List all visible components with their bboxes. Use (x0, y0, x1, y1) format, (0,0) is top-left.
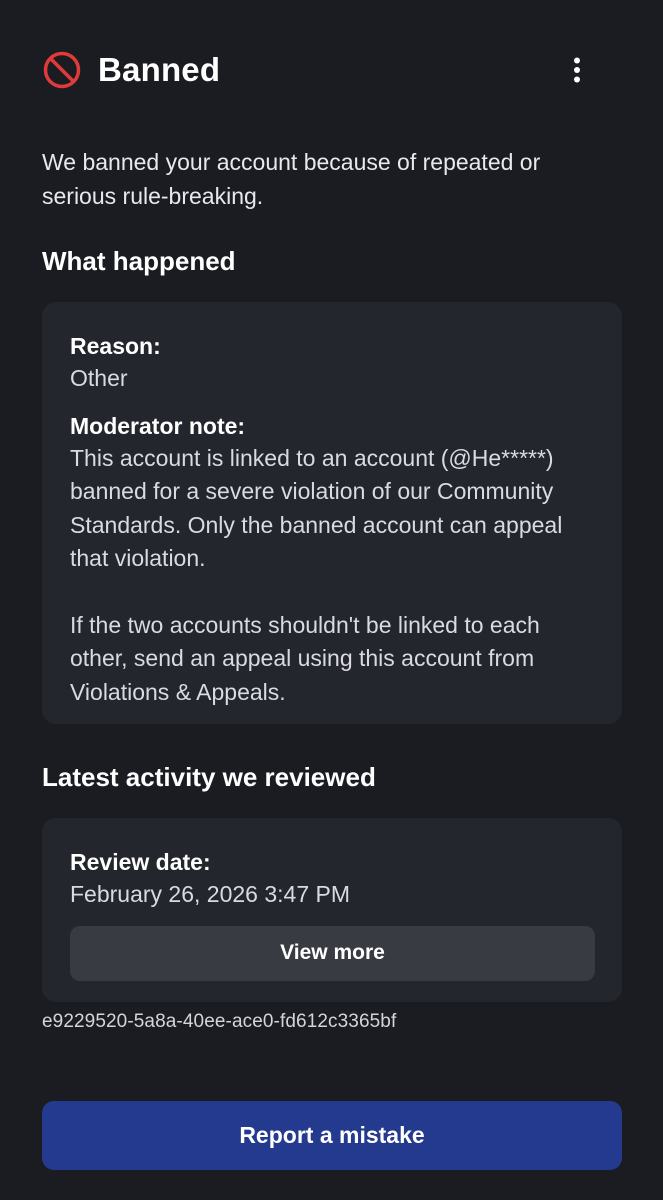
review-date-label: Review date: (70, 849, 211, 875)
ban-icon (42, 50, 82, 90)
reason-value: Other (70, 365, 128, 391)
report-mistake-button[interactable]: Report a mistake (42, 1101, 622, 1170)
more-vertical-icon (574, 57, 580, 83)
latest-activity-card: Review date: February 26, 2026 3:47 PM V… (42, 818, 622, 1002)
reason-label: Reason: (70, 333, 161, 359)
more-options-button[interactable] (561, 48, 593, 92)
reference-id: e9229520-5a8a-40ee-ace0-fd612c3365bf (42, 1011, 397, 1032)
moderator-note-paragraph: If the two accounts shouldn't be linked … (70, 611, 540, 705)
view-more-button[interactable]: View more (70, 925, 595, 981)
header: Banned (42, 48, 621, 92)
what-happened-card: Reason: Other Moderator note: This accou… (42, 302, 622, 724)
moderator-note-label: Moderator note: (70, 412, 246, 439)
moderator-note-paragraph: This account is linked to an account (@H… (70, 444, 563, 572)
ban-explanation: We banned your account because of repeat… (42, 149, 541, 209)
page-title: Banned (98, 51, 221, 88)
latest-activity-heading: Latest activity we reviewed (42, 762, 376, 792)
what-happened-heading: What happened (42, 246, 236, 276)
review-date-value: February 26, 2026 3:47 PM (70, 881, 350, 907)
